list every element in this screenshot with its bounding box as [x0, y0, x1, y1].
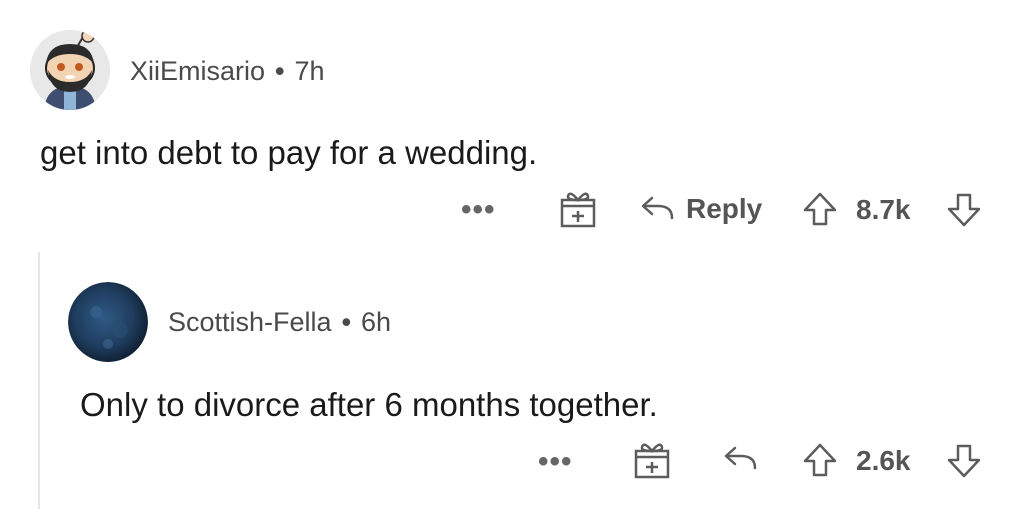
comment-1-username[interactable]: XiiEmisario	[130, 56, 265, 86]
downvote-arrow-icon	[946, 443, 982, 479]
snoo-avatar-icon[interactable]	[30, 30, 110, 110]
gift-award-icon	[632, 441, 672, 479]
comment-1-meta: XiiEmisario • 7h	[130, 56, 325, 87]
reply-label: Reply	[686, 193, 763, 224]
comment-2-award-button[interactable]	[632, 441, 672, 479]
thread-line[interactable]	[38, 252, 40, 509]
comment-2-body: Only to divorce after 6 months together.	[80, 386, 658, 423]
comment-2-reply-button[interactable]	[721, 444, 761, 474]
comment-2-score: 2.6k	[856, 443, 911, 479]
comment-2-age: 6h	[361, 307, 392, 337]
comment-2-more-button[interactable]: •••	[538, 445, 573, 478]
comment-2-score-value: 2.6k	[856, 445, 911, 476]
upvote-arrow-icon	[802, 442, 838, 478]
comment-1-downvote-button[interactable]	[946, 192, 982, 228]
comment-1-award-button[interactable]	[558, 190, 598, 228]
dark-blue-avatar-icon[interactable]	[68, 282, 148, 362]
upvote-arrow-icon	[802, 191, 838, 227]
comment-2-meta: Scottish-Fella • 6h	[168, 307, 391, 338]
reply-arrow-icon	[721, 444, 761, 474]
comment-1-age: 7h	[294, 56, 325, 86]
comment-1-score: 8.7k	[856, 192, 911, 228]
gift-award-icon	[558, 190, 598, 228]
comment-2-separator: •	[341, 307, 352, 337]
comment-1-reply-button[interactable]: Reply	[638, 190, 762, 228]
comment-1-body: get into debt to pay for a wedding.	[40, 134, 538, 171]
more-icon: •••	[461, 193, 496, 226]
comment-1-score-value: 8.7k	[856, 194, 911, 225]
comment-2-upvote-button[interactable]	[802, 442, 838, 478]
reply-arrow-icon	[638, 194, 678, 224]
more-icon: •••	[538, 445, 573, 478]
downvote-arrow-icon	[946, 192, 982, 228]
comment-2-username[interactable]: Scottish-Fella	[168, 307, 332, 337]
comment-1-more-button[interactable]: •••	[461, 193, 496, 226]
comment-2-downvote-button[interactable]	[946, 443, 982, 479]
comment-1-separator: •	[275, 56, 285, 86]
comment-1-upvote-button[interactable]	[802, 191, 838, 227]
